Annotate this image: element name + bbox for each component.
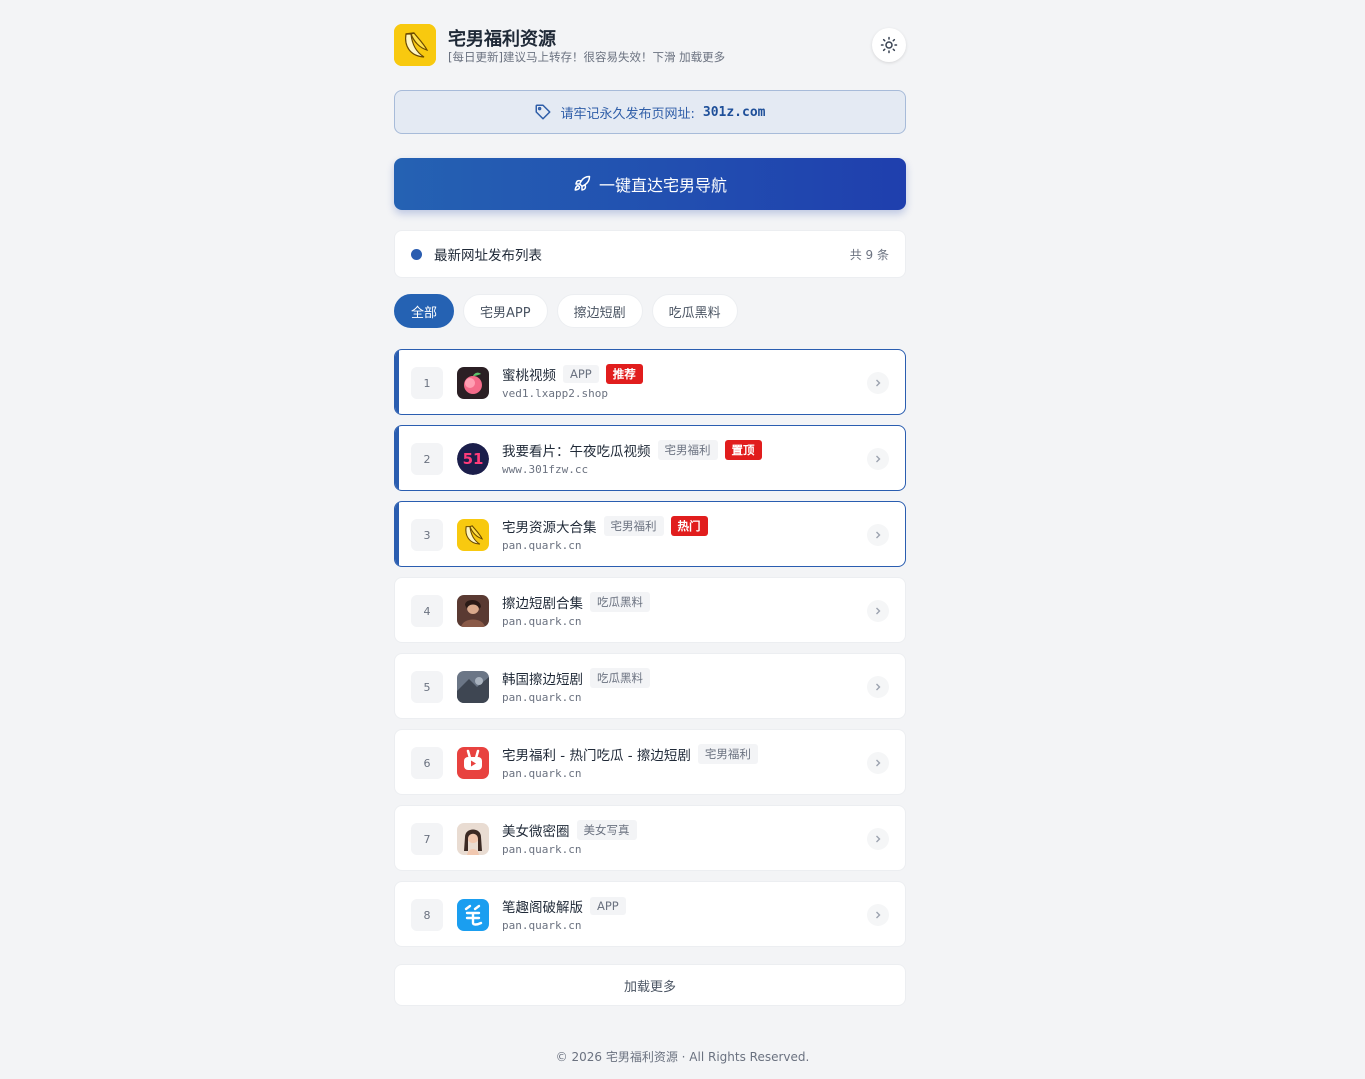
item-badge: 推荐 [605, 364, 643, 384]
photo-thumb-icon [457, 671, 489, 703]
site-subtitle: [每日更新]建议马上转存！很容易失效！下滑 加载更多 [448, 50, 726, 64]
load-more-button[interactable]: 加载更多 [394, 964, 906, 1006]
chevron-right-icon [867, 904, 889, 926]
chevron-right-icon [867, 524, 889, 546]
navigation-button-label: 一键直达宅男导航 [598, 176, 727, 195]
chevron-right-icon [867, 752, 889, 774]
item-name: 宅男资源大合集 [502, 520, 597, 536]
list-item[interactable]: 8 笔趣阁破解版 APP pan.quark.cn [394, 881, 906, 947]
item-url: pan.quark.cn [502, 843, 582, 856]
filter-tab-all[interactable]: 全部 [394, 294, 455, 328]
item-number: 1 [411, 367, 443, 399]
item-number: 8 [411, 899, 443, 931]
item-url: ved1.lxapp2.shop [502, 387, 608, 400]
site-title: 宅男福利资源 [448, 29, 556, 50]
filter-tabs: 全部 宅男APP 擦边短剧 吃瓜黑料 [394, 294, 738, 328]
item-name: 蜜桃视频 [502, 368, 556, 384]
list-item[interactable]: 1 蜜桃视频 APP 推荐 ved1.lxapp2.shop [394, 349, 906, 415]
notice-domain[interactable]: 301z.com [703, 105, 766, 120]
item-name: 我要看片：午夜吃瓜视频 [502, 444, 651, 460]
chevron-right-icon [867, 372, 889, 394]
item-name: 韩国擦边短剧 [502, 672, 583, 688]
item-tag: 吃瓜黑料 [590, 592, 650, 612]
list-item[interactable]: 3 宅男资源大合集 宅男福利 热门 pan.quark.cn [394, 501, 906, 567]
item-badge: 置顶 [724, 440, 762, 460]
rocket-icon [574, 175, 591, 191]
item-url: pan.quark.cn [502, 767, 582, 780]
fifty-one-icon: 51 [457, 443, 489, 475]
item-badge: 热门 [670, 516, 708, 536]
bunny-play-icon [457, 747, 489, 779]
item-number: 5 [411, 671, 443, 703]
item-tag: APP [590, 897, 626, 915]
list-header: 最新网址发布列表 共 9 条 [394, 230, 906, 278]
peach-icon [457, 367, 489, 399]
filter-tab-app[interactable]: 宅男APP [463, 294, 548, 328]
item-tag: 宅男福利 [603, 516, 664, 536]
item-tag: 宅男福利 [657, 440, 718, 460]
item-tag: 吃瓜黑料 [590, 668, 650, 688]
chevron-right-icon [867, 828, 889, 850]
item-number: 2 [411, 443, 443, 475]
footer-copyright: © 2026 宅男福利资源 · All Rights Reserved. [555, 1050, 810, 1064]
item-number: 7 [411, 823, 443, 855]
bi-character-icon [457, 899, 489, 931]
item-number: 4 [411, 595, 443, 627]
item-number: 6 [411, 747, 443, 779]
banana-icon [457, 519, 489, 551]
filter-tab-gossip[interactable]: 吃瓜黑料 [651, 294, 738, 328]
item-url: pan.quark.cn [502, 691, 582, 704]
list-item[interactable]: 5 韩国擦边短剧 吃瓜黑料 pan.quark.cn [394, 653, 906, 719]
page-container: 宅男福利资源 [每日更新]建议马上转存！很容易失效！下滑 加载更多 请牢记永久发… [394, 0, 906, 1006]
sun-icon [880, 36, 898, 54]
item-number: 3 [411, 519, 443, 551]
list-item[interactable]: 4 擦边短剧合集 吃瓜黑料 pan.quark.cn [394, 577, 906, 643]
item-name: 宅男福利 - 热门吃瓜 - 擦边短剧 [502, 748, 691, 764]
item-url: pan.quark.cn [502, 919, 582, 932]
list-item[interactable]: 6 宅男福利 - 热门吃瓜 - 擦边短剧 宅男福利 pan.quark.cn [394, 729, 906, 795]
banana-icon [394, 24, 436, 66]
permanent-url-notice: 请牢记永久发布页网址: 301z.com [394, 90, 906, 134]
item-url: pan.quark.cn [502, 539, 582, 552]
item-url: pan.quark.cn [502, 615, 582, 628]
item-tag: 宅男福利 [697, 744, 758, 764]
list-count: 共 9 条 [849, 247, 889, 262]
chevron-right-icon [867, 676, 889, 698]
list-item[interactable]: 2 51 我要看片：午夜吃瓜视频 宅男福利 置顶 www.301fzw.cc [394, 425, 906, 491]
item-tag: 美女写真 [576, 820, 637, 840]
list-title: 最新网址发布列表 [434, 248, 542, 264]
item-tag: APP [563, 365, 599, 383]
item-name: 美女微密圈 [502, 824, 570, 840]
photo-thumb-icon [457, 823, 489, 855]
item-name: 笔趣阁破解版 [502, 900, 583, 916]
navigation-button[interactable]: 一键直达宅男导航 [394, 158, 906, 210]
svg-text:51: 51 [463, 450, 484, 468]
chevron-right-icon [867, 448, 889, 470]
filter-tab-short-drama[interactable]: 擦边短剧 [556, 294, 643, 328]
item-url: www.301fzw.cc [502, 463, 589, 476]
list-item[interactable]: 7 美女微密圈 美女写真 pan.quark.cn [394, 805, 906, 871]
photo-thumb-icon [457, 595, 489, 627]
chevron-right-icon [867, 600, 889, 622]
notice-label: 请牢记永久发布页网址: [560, 106, 695, 122]
item-name: 擦边短剧合集 [502, 596, 583, 612]
status-dot [411, 248, 422, 260]
tag-icon [535, 104, 551, 120]
header: 宅男福利资源 [每日更新]建议马上转存！很容易失效！下滑 加载更多 [394, 0, 906, 90]
theme-toggle-button[interactable] [872, 28, 906, 62]
